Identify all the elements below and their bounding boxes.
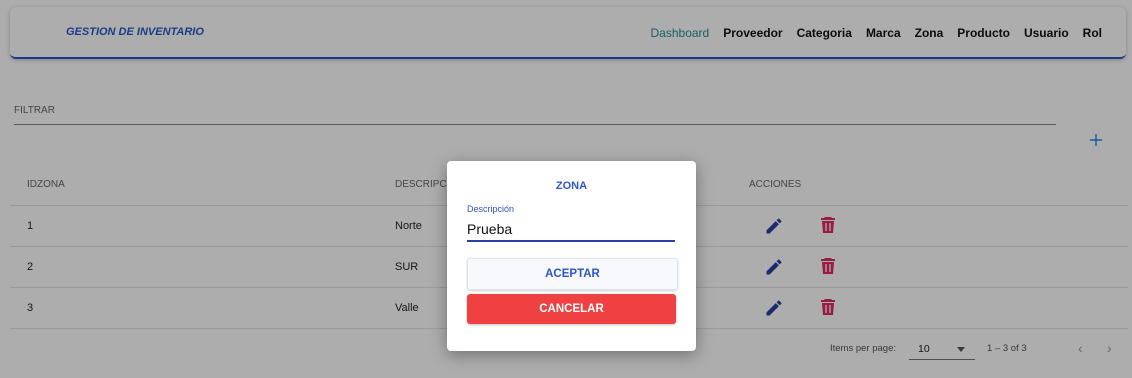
dialog-title: ZONA xyxy=(555,180,588,192)
accept-button[interactable]: ACEPTAR xyxy=(467,258,678,290)
descripcion-label: Descripción xyxy=(467,204,515,214)
zona-dialog: ZONA Descripción ACEPTAR CANCELAR xyxy=(447,161,696,351)
descripcion-input[interactable] xyxy=(467,218,675,242)
cancel-button[interactable]: CANCELAR xyxy=(467,294,676,324)
